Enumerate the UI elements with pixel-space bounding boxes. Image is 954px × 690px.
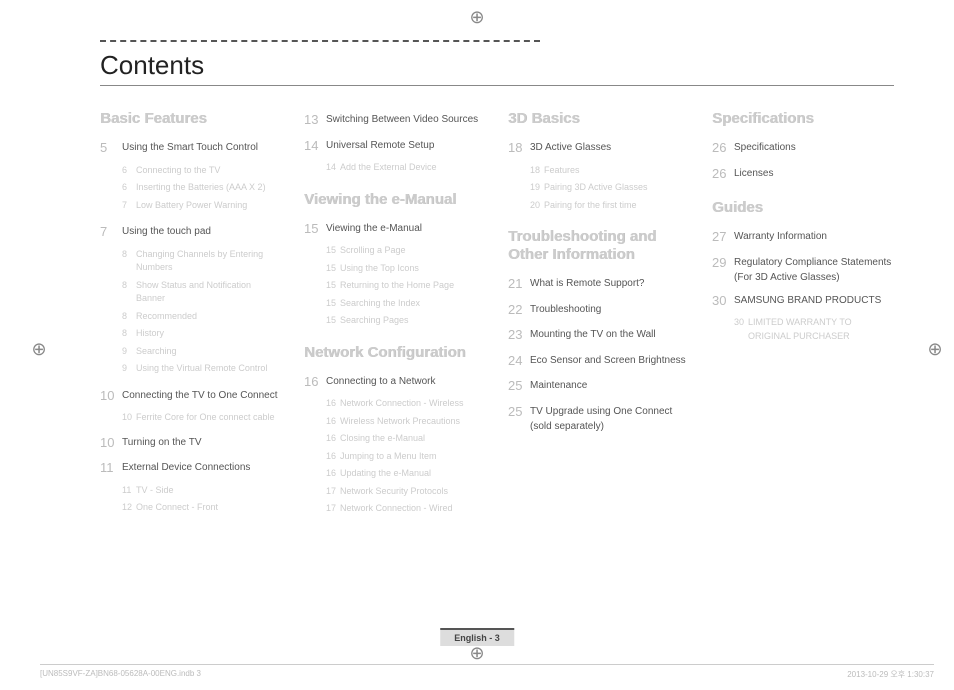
toc-entry: 10Turning on the TV <box>100 433 282 453</box>
toc-sub: 15Searching the Index <box>304 297 486 311</box>
toc-entry: 25Maintenance <box>508 376 690 396</box>
footer-timestamp: 2013-10-29 오후 1:30:37 <box>847 669 934 680</box>
toc-col-4: Specifications 26Specifications 26Licens… <box>712 104 894 520</box>
toc-sub: 8Changing Channels by Entering Numbers <box>100 248 282 275</box>
toc-entry: 11External Device Connections <box>100 458 282 478</box>
toc-entry: 27Warranty Information <box>712 227 894 247</box>
registration-mark-top: ⊕ <box>468 8 486 26</box>
registration-mark-right: ⊕ <box>926 340 944 358</box>
toc-sub: 16Jumping to a Menu Item <box>304 450 486 464</box>
toc-entry: 14Universal Remote Setup <box>304 136 486 156</box>
toc-sub: 15Using the Top Icons <box>304 262 486 276</box>
toc-sub: 12One Connect - Front <box>100 501 282 515</box>
page-body: Contents Basic Features 5Using the Smart… <box>0 0 954 690</box>
toc-col-3: 3D Basics 183D Active Glasses 18Features… <box>508 104 690 520</box>
section-3d-basics: 3D Basics <box>508 110 690 128</box>
toc-sub: 15Searching Pages <box>304 314 486 328</box>
page-title: Contents <box>100 50 894 86</box>
toc-sub: 10Ferrite Core for One connect cable <box>100 411 282 425</box>
toc-entry: 5Using the Smart Touch Control <box>100 138 282 158</box>
toc-col-1: Basic Features 5Using the Smart Touch Co… <box>100 104 282 520</box>
registration-mark-left: ⊕ <box>30 340 48 358</box>
toc-sub: 16Network Connection - Wireless <box>304 397 486 411</box>
toc-entry: 13Switching Between Video Sources <box>304 110 486 130</box>
toc-entry: 10Connecting the TV to One Connect <box>100 386 282 406</box>
toc-sub: 7Low Battery Power Warning <box>100 199 282 213</box>
toc-entry: 25TV Upgrade using One Connect (sold sep… <box>508 402 690 434</box>
toc-sub: 14Add the External Device <box>304 161 486 175</box>
toc-sub: 16Closing the e-Manual <box>304 432 486 446</box>
toc-sub: 15Returning to the Home Page <box>304 279 486 293</box>
toc-entry: 30SAMSUNG BRAND PRODUCTS <box>712 291 894 311</box>
toc-entry: 26Specifications <box>712 138 894 158</box>
toc-entry: 26Licenses <box>712 164 894 184</box>
toc-sub: 17Network Security Protocols <box>304 485 486 499</box>
toc-sub: 16Updating the e-Manual <box>304 467 486 481</box>
section-viewing-emanual: Viewing the e-Manual <box>304 191 486 209</box>
footer-filepath: [UN85S9VF-ZA]BN68-05628A-00ENG.indb 3 <box>40 669 201 680</box>
registration-mark-bottom: ⊕ <box>468 644 486 662</box>
toc-entry: 15Viewing the e-Manual <box>304 219 486 239</box>
toc-sub: 30LIMITED WARRANTY TO ORIGINAL PURCHASER <box>712 316 894 343</box>
section-troubleshooting: Troubleshooting and Other Information <box>508 228 690 264</box>
toc-entry: 21What is Remote Support? <box>508 274 690 294</box>
toc-entry: 16Connecting to a Network <box>304 372 486 392</box>
toc-sub: 8Show Status and Notification Banner <box>100 279 282 306</box>
footer-meta: [UN85S9VF-ZA]BN68-05628A-00ENG.indb 3 20… <box>40 664 934 680</box>
section-guides: Guides <box>712 199 894 217</box>
section-specifications: Specifications <box>712 110 894 128</box>
section-basic-features: Basic Features <box>100 110 282 128</box>
toc-sub: 16Wireless Network Precautions <box>304 415 486 429</box>
toc-entry: 22Troubleshooting <box>508 300 690 320</box>
toc-sub: 20Pairing for the first time <box>508 199 690 213</box>
toc-sub: 8History <box>100 327 282 341</box>
toc-col-2: 13Switching Between Video Sources 14Univ… <box>304 104 486 520</box>
footer-page-label: English - 3 <box>440 628 514 646</box>
toc-sub: 11TV - Side <box>100 484 282 498</box>
toc-sub: 8Recommended <box>100 310 282 324</box>
toc-sub: 6Connecting to the TV <box>100 164 282 178</box>
toc-entry: 23Mounting the TV on the Wall <box>508 325 690 345</box>
toc-entry: 29Regulatory Compliance Statements (For … <box>712 253 894 285</box>
toc-sub: 6Inserting the Batteries (AAA X 2) <box>100 181 282 195</box>
toc-sub: 19Pairing 3D Active Glasses <box>508 181 690 195</box>
dashed-rule <box>100 40 540 42</box>
toc-sub: 18Features <box>508 164 690 178</box>
toc-entry: 24Eco Sensor and Screen Brightness <box>508 351 690 371</box>
toc-entry: 183D Active Glasses <box>508 138 690 158</box>
toc-entry: 7Using the touch pad <box>100 222 282 242</box>
toc-sub: 9Searching <box>100 345 282 359</box>
toc-sub: 17Network Connection - Wired <box>304 502 486 516</box>
toc-sub: 15Scrolling a Page <box>304 244 486 258</box>
toc-sub: 9Using the Virtual Remote Control <box>100 362 282 376</box>
section-network-config: Network Configuration <box>304 344 486 362</box>
toc-columns: Basic Features 5Using the Smart Touch Co… <box>100 104 894 520</box>
